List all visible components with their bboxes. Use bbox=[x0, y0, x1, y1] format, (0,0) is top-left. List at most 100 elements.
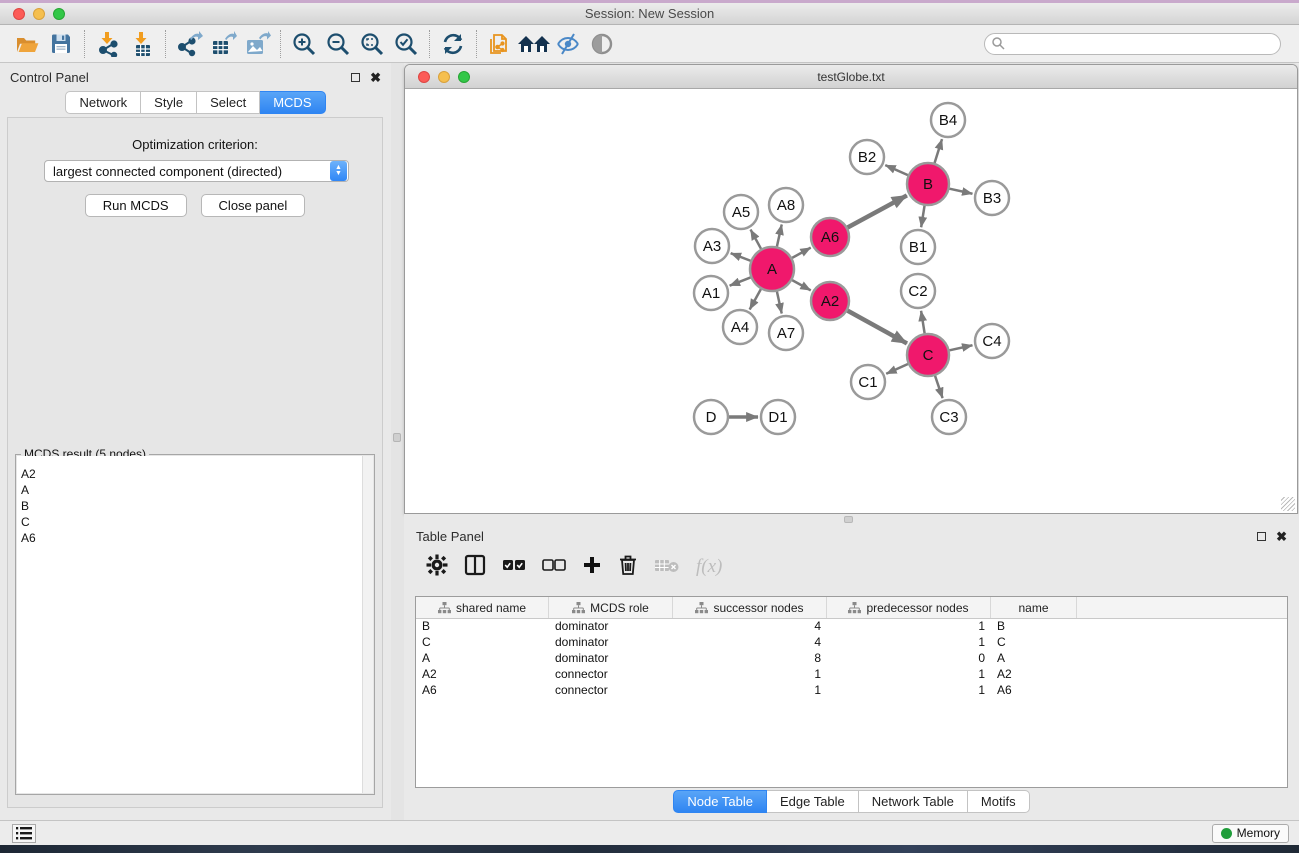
gear-icon[interactable] bbox=[426, 554, 448, 581]
node-C[interactable]: C bbox=[907, 334, 949, 376]
node-A3[interactable]: A3 bbox=[695, 229, 729, 263]
table-cell[interactable]: connector bbox=[549, 667, 673, 683]
zoom-in-icon[interactable] bbox=[287, 29, 321, 59]
close-panel-button[interactable]: Close panel bbox=[201, 194, 306, 217]
columns-icon[interactable] bbox=[464, 554, 486, 581]
delete-column-icon[interactable] bbox=[618, 554, 638, 581]
tab-node-table[interactable]: Node Table bbox=[673, 790, 767, 813]
table-cell[interactable]: 1 bbox=[827, 667, 991, 683]
node-A2[interactable]: A2 bbox=[811, 282, 849, 320]
table-cell[interactable]: A6 bbox=[416, 683, 549, 699]
table-cell[interactable]: 1 bbox=[827, 635, 991, 651]
tab-edge-table[interactable]: Edge Table bbox=[767, 790, 859, 813]
table-cell[interactable]: 1 bbox=[673, 683, 827, 699]
node-B1[interactable]: B1 bbox=[901, 230, 935, 264]
table-cell[interactable]: 4 bbox=[673, 635, 827, 651]
close-panel-icon[interactable]: ✖ bbox=[370, 73, 381, 82]
node-B4[interactable]: B4 bbox=[931, 103, 965, 137]
edge-A2-C[interactable] bbox=[848, 311, 907, 344]
select-all-icon[interactable] bbox=[502, 558, 526, 577]
edge-A-A6[interactable] bbox=[792, 248, 811, 258]
table-cell[interactable]: A bbox=[416, 651, 549, 667]
search-input[interactable] bbox=[1006, 35, 1280, 53]
tab-select[interactable]: Select bbox=[197, 91, 260, 114]
export-network-icon[interactable] bbox=[172, 29, 206, 59]
table-cell[interactable]: C bbox=[416, 635, 549, 651]
table-cell[interactable]: connector bbox=[549, 683, 673, 699]
hide-details-icon[interactable] bbox=[551, 29, 585, 59]
divider-grip[interactable] bbox=[393, 433, 401, 442]
table-cell[interactable]: A2 bbox=[991, 667, 1077, 683]
node-D1[interactable]: D1 bbox=[761, 400, 795, 434]
run-mcds-button[interactable]: Run MCDS bbox=[85, 194, 187, 217]
node-A7[interactable]: A7 bbox=[769, 316, 803, 350]
node-A[interactable]: A bbox=[750, 247, 794, 291]
node-C3[interactable]: C3 bbox=[932, 400, 966, 434]
table-cell[interactable]: 1 bbox=[827, 619, 991, 635]
node-B3[interactable]: B3 bbox=[975, 181, 1009, 215]
network-window-titlebar[interactable]: testGlobe.txt bbox=[405, 65, 1297, 89]
table-cell[interactable]: B bbox=[416, 619, 549, 635]
table-cell[interactable]: dominator bbox=[549, 635, 673, 651]
edge-A-A5[interactable] bbox=[751, 230, 761, 249]
open-session-icon[interactable] bbox=[10, 29, 44, 59]
node-B2[interactable]: B2 bbox=[850, 140, 884, 174]
zoom-fit-icon[interactable] bbox=[355, 29, 389, 59]
node-C1[interactable]: C1 bbox=[851, 365, 885, 399]
column-header-MCDS-role[interactable]: MCDS role bbox=[549, 597, 673, 618]
node-C2[interactable]: C2 bbox=[901, 274, 935, 308]
float-panel-icon[interactable] bbox=[1257, 532, 1266, 541]
column-header-shared-name[interactable]: shared name bbox=[416, 597, 549, 618]
table-row[interactable]: A6connector11A6 bbox=[416, 683, 1287, 699]
result-item[interactable]: A bbox=[21, 482, 373, 498]
edge-B-B2[interactable] bbox=[885, 165, 908, 175]
network-canvas[interactable]: A5A8A3A1A4A7AA6A2B2B4BB3B1C2C4CC1C3DD1 bbox=[406, 89, 1296, 512]
column-header-predecessor-nodes[interactable]: predecessor nodes bbox=[827, 597, 991, 618]
refresh-icon[interactable] bbox=[436, 29, 470, 59]
task-history-button[interactable] bbox=[12, 824, 36, 843]
import-network-icon[interactable] bbox=[91, 29, 125, 59]
tab-style[interactable]: Style bbox=[141, 91, 197, 114]
node-A5[interactable]: A5 bbox=[724, 195, 758, 229]
table-body[interactable]: Bdominator41BCdominator41CAdominator80AA… bbox=[416, 619, 1287, 699]
zoom-out-icon[interactable] bbox=[321, 29, 355, 59]
save-session-icon[interactable] bbox=[44, 29, 78, 59]
table-cell[interactable]: 1 bbox=[673, 667, 827, 683]
window-resize-handle[interactable] bbox=[1281, 497, 1295, 511]
edge-B-B4[interactable] bbox=[935, 139, 942, 163]
zoom-selected-icon[interactable] bbox=[389, 29, 423, 59]
edge-A-A7[interactable] bbox=[777, 291, 782, 313]
edge-B-B1[interactable] bbox=[921, 206, 924, 228]
panel-divider-horizontal[interactable] bbox=[404, 514, 1299, 524]
edge-C-C1[interactable] bbox=[886, 364, 908, 374]
result-item[interactable]: B bbox=[21, 498, 373, 514]
node-A1[interactable]: A1 bbox=[694, 276, 728, 310]
float-panel-icon[interactable] bbox=[351, 73, 360, 82]
table-row[interactable]: Bdominator41B bbox=[416, 619, 1287, 635]
table-cell[interactable]: 0 bbox=[827, 651, 991, 667]
node-B[interactable]: B bbox=[907, 163, 949, 205]
edge-A6-B[interactable] bbox=[848, 195, 907, 227]
search-box[interactable] bbox=[984, 33, 1281, 55]
table-row[interactable]: Cdominator41C bbox=[416, 635, 1287, 651]
result-scrollbar[interactable] bbox=[362, 456, 373, 793]
result-item[interactable]: A6 bbox=[21, 530, 373, 546]
node-table[interactable]: shared nameMCDS rolesuccessor nodesprede… bbox=[415, 596, 1288, 788]
node-C4[interactable]: C4 bbox=[975, 324, 1009, 358]
panel-divider-vertical[interactable] bbox=[391, 63, 404, 820]
table-header-row[interactable]: shared nameMCDS rolesuccessor nodesprede… bbox=[416, 597, 1287, 619]
edge-A-A1[interactable] bbox=[730, 277, 751, 285]
result-item[interactable]: A2 bbox=[21, 466, 373, 482]
table-cell[interactable]: 4 bbox=[673, 619, 827, 635]
network-graph[interactable]: A5A8A3A1A4A7AA6A2B2B4BB3B1C2C4CC1C3DD1 bbox=[406, 89, 1297, 512]
table-cell[interactable]: C bbox=[991, 635, 1077, 651]
edge-C-C3[interactable] bbox=[935, 376, 943, 398]
edge-A-A3[interactable] bbox=[731, 253, 751, 261]
table-row[interactable]: A2connector11A2 bbox=[416, 667, 1287, 683]
export-image-icon[interactable] bbox=[240, 29, 274, 59]
tab-motifs[interactable]: Motifs bbox=[968, 790, 1030, 813]
node-A8[interactable]: A8 bbox=[769, 188, 803, 222]
tab-network[interactable]: Network bbox=[65, 91, 141, 114]
duplicate-network-icon[interactable] bbox=[483, 29, 517, 59]
edge-A-A2[interactable] bbox=[792, 280, 811, 290]
